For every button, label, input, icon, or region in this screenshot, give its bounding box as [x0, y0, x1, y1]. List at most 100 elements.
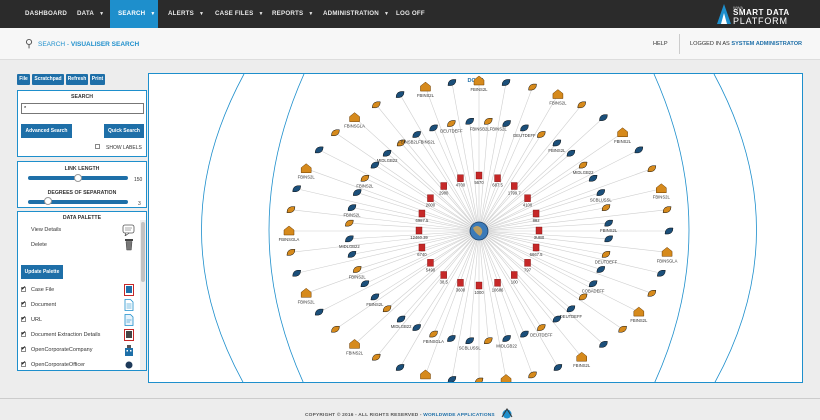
file-button[interactable]: File: [17, 74, 30, 85]
leaf-node-icon[interactable]: [577, 101, 586, 109]
document-node-icon[interactable]: [427, 194, 434, 202]
footer-brand-link[interactable]: WORLDWIDE APPLICATIONS: [423, 413, 495, 418]
palette-item-checkbox[interactable]: [21, 345, 26, 352]
leaf-node-icon[interactable]: [465, 337, 474, 345]
leaf-node-icon[interactable]: [588, 280, 598, 288]
delete-link[interactable]: Delete: [31, 242, 47, 248]
document-node-icon[interactable]: [440, 182, 447, 190]
leaf-node-icon[interactable]: [372, 101, 381, 109]
leaf-node-icon[interactable]: [604, 235, 613, 243]
leaf-node-icon[interactable]: [537, 131, 546, 138]
leaf-node-icon[interactable]: [664, 227, 674, 235]
bank-node-icon[interactable]: [656, 183, 667, 193]
palette-item-checkbox[interactable]: [21, 330, 26, 337]
document-node-icon[interactable]: [494, 174, 501, 182]
link-length-slider-handle[interactable]: [74, 174, 82, 182]
advanced-search-button[interactable]: Advanced Search: [21, 124, 72, 138]
leaf-node-icon[interactable]: [395, 364, 405, 371]
leaf-node-icon[interactable]: [528, 83, 537, 91]
leaf-node-icon[interactable]: [596, 189, 606, 196]
scratchpad-button[interactable]: Scratchpad: [32, 74, 64, 85]
leaf-node-icon[interactable]: [447, 376, 457, 382]
breadcrumb-parent[interactable]: SEARCH -: [38, 41, 71, 48]
nav-alerts[interactable]: ALERTS ▼: [168, 0, 204, 28]
document-node-icon[interactable]: [494, 279, 501, 287]
leaf-node-icon[interactable]: [647, 289, 657, 297]
speech-bubble-icon[interactable]: [122, 224, 136, 236]
document-node-icon[interactable]: [524, 194, 531, 202]
leaf-node-icon[interactable]: [347, 204, 357, 211]
bank-node-icon[interactable]: [420, 369, 431, 380]
leaf-node-icon[interactable]: [528, 371, 537, 379]
leaf-node-icon[interactable]: [604, 219, 613, 227]
palette-item-checkbox[interactable]: [21, 360, 26, 367]
search-input[interactable]: [21, 103, 144, 114]
print-button[interactable]: Print: [90, 74, 105, 85]
bank-node-icon[interactable]: [633, 306, 645, 317]
bank-node-icon[interactable]: [552, 89, 564, 99]
leaf-node-icon[interactable]: [520, 124, 529, 132]
leaf-node-icon[interactable]: [292, 269, 301, 277]
leaf-node-icon[interactable]: [345, 235, 354, 243]
leaf-node-icon[interactable]: [292, 185, 301, 193]
leaf-node-icon[interactable]: [447, 79, 457, 86]
bank-node-icon[interactable]: [349, 339, 360, 349]
leaf-node-icon[interactable]: [352, 189, 362, 196]
leaf-node-icon[interactable]: [596, 266, 606, 273]
leaf-node-icon[interactable]: [345, 219, 354, 227]
palette-item[interactable]: Document: [18, 298, 140, 312]
leaf-node-icon[interactable]: [412, 324, 421, 331]
scrollbar-thumb[interactable]: [141, 222, 145, 282]
leaf-node-icon[interactable]: [447, 335, 456, 342]
leaf-node-icon[interactable]: [286, 248, 296, 256]
visualiser-graph[interactable]: DONE FBINS2LFBINS2LFBINS2LFBINS2LFBINSGL…: [148, 73, 803, 383]
leaf-node-icon[interactable]: [566, 149, 576, 157]
palette-item[interactable]: OpenCorporateOfficer: [18, 358, 140, 370]
logged-in-user[interactable]: SYSTEM ADMINISTRATOR: [731, 41, 802, 47]
leaf-node-icon[interactable]: [395, 91, 405, 98]
leaf-node-icon[interactable]: [370, 293, 380, 301]
degrees-slider[interactable]: [28, 200, 128, 204]
leaf-node-icon[interactable]: [502, 335, 511, 342]
bank-node-icon[interactable]: [500, 374, 512, 383]
leaf-node-icon[interactable]: [537, 324, 546, 331]
document-node-icon[interactable]: [440, 271, 447, 279]
leaf-node-icon[interactable]: [372, 353, 381, 361]
bank-node-icon[interactable]: [617, 127, 628, 138]
leaf-node-icon[interactable]: [502, 120, 511, 127]
document-node-icon[interactable]: [418, 243, 426, 252]
leaf-node-icon[interactable]: [314, 146, 324, 154]
document-node-icon[interactable]: [532, 209, 540, 218]
nav-dashboard[interactable]: DASHBOARD: [25, 0, 67, 28]
document-node-icon[interactable]: [535, 226, 543, 235]
leaf-node-icon[interactable]: [286, 206, 296, 214]
nav-data[interactable]: DATA ▼: [77, 0, 104, 28]
view-details-link[interactable]: View Details: [31, 227, 61, 233]
palette-item-checkbox[interactable]: [21, 315, 26, 322]
leaf-node-icon[interactable]: [599, 114, 608, 122]
palette-item[interactable]: URL: [18, 313, 140, 327]
leaf-node-icon[interactable]: [429, 330, 438, 338]
document-node-icon[interactable]: [475, 281, 483, 290]
update-palette-button[interactable]: Update Palette: [21, 265, 63, 279]
palette-item[interactable]: Document Extraction Details: [18, 328, 140, 342]
leaf-node-icon[interactable]: [360, 174, 370, 182]
document-node-icon[interactable]: [511, 271, 518, 279]
bank-node-icon[interactable]: [576, 351, 587, 362]
leaf-node-icon[interactable]: [382, 305, 392, 313]
document-node-icon[interactable]: [457, 279, 464, 287]
leaf-node-icon[interactable]: [347, 251, 357, 258]
network-graph-canvas[interactable]: FBINS2L FBINS2L FBINS2L FBINS2L FBINSGLA FBIN…: [149, 74, 803, 383]
bank-node-icon[interactable]: [420, 81, 431, 92]
palette-item[interactable]: OpenCorporateCompany: [18, 343, 140, 357]
leaf-node-icon[interactable]: [465, 117, 474, 125]
document-node-icon[interactable]: [418, 209, 426, 218]
bank-node-icon[interactable]: [300, 163, 312, 173]
document-node-icon[interactable]: [427, 259, 434, 267]
leaf-node-icon[interactable]: [396, 315, 406, 323]
bank-node-icon[interactable]: [473, 75, 485, 86]
nav-case-files[interactable]: CASE FILES ▼: [215, 0, 264, 28]
leaf-node-icon[interactable]: [662, 206, 672, 214]
leaf-node-icon[interactable]: [352, 266, 362, 273]
degrees-slider-handle[interactable]: [44, 197, 52, 205]
